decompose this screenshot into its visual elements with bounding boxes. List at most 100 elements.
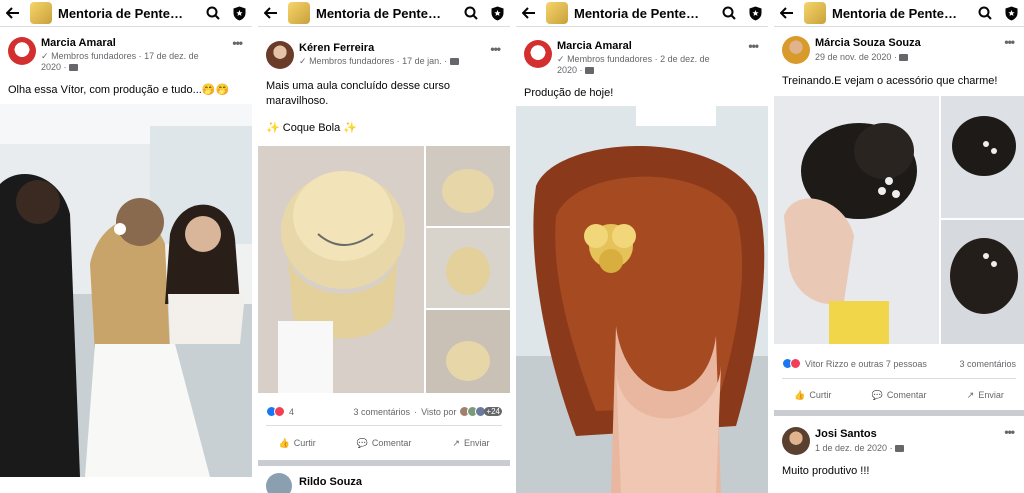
like-button[interactable]: 👍 Curtir	[278, 438, 315, 449]
next-post-date[interactable]: 1 de dez. de 2020	[815, 443, 887, 453]
search-icon[interactable]	[200, 0, 226, 27]
post-text: Produção de hoje!	[524, 87, 614, 99]
post-separator	[774, 410, 1024, 416]
next-post-author[interactable]: Josi Santos	[815, 428, 877, 440]
divider	[266, 425, 502, 426]
comment-button[interactable]: 💬 Comentar	[872, 390, 927, 401]
more-options-icon[interactable]: •••	[1004, 35, 1015, 49]
group-title[interactable]: Mentoria de Pente…	[58, 6, 200, 21]
post-header: Marcia Amaral ✓ Membros fundadores · 2 d…	[516, 37, 768, 77]
reaction-names[interactable]: Vitor Rizzo e outras 7 pessoas	[805, 359, 927, 369]
shield-icon[interactable]	[998, 0, 1024, 27]
seen-count-badge[interactable]: +24	[484, 407, 502, 416]
top-bar: Mentoria de Pente…	[774, 0, 1024, 27]
avatar[interactable]	[8, 37, 36, 65]
top-bar: Mentoria de Pente…	[0, 0, 252, 27]
group-avatar[interactable]	[804, 2, 826, 24]
shield-icon[interactable]	[226, 0, 252, 27]
group-privacy-icon	[899, 54, 909, 62]
reactions-bar[interactable]: 4 3 comentários · Visto por +24	[266, 406, 502, 417]
group-title[interactable]: Mentoria de Pente…	[574, 6, 716, 21]
post-text: Olha essa Vítor, com produção e tudo...🤭…	[8, 84, 230, 96]
share-button[interactable]: ↗ Enviar	[967, 390, 1004, 401]
next-post-text: Muito produtivo !!!	[782, 465, 870, 477]
post-panel-3: Mentoria de Pente… Marcia Amaral ✓ Membr…	[516, 0, 768, 493]
like-label: Curtir	[809, 390, 832, 400]
share-label: Enviar	[978, 390, 1004, 400]
shield-icon[interactable]	[742, 0, 768, 27]
post-text-2: ✨ Coque Bola ✨	[266, 122, 357, 134]
comment-button[interactable]: 💬 Comentar	[357, 438, 412, 449]
members-icon: ✓	[557, 54, 565, 64]
author-name[interactable]: Márcia Souza Souza	[815, 37, 921, 49]
post-date[interactable]: 29 de nov. de 2020	[815, 52, 891, 62]
post-text: Mais uma aula concluído desse curso mara…	[266, 80, 451, 107]
back-arrow-icon[interactable]	[0, 0, 26, 27]
avatar[interactable]	[266, 41, 294, 69]
post-separator	[258, 460, 510, 466]
comment-icon: 💬	[871, 389, 883, 400]
post-header: Kéren Ferreira ✓ Membros fundadores · 17…	[258, 38, 510, 78]
avatar[interactable]	[524, 40, 552, 68]
post-meta: 29 de nov. de 2020 ·	[815, 52, 909, 63]
author-name[interactable]: Marcia Amaral	[41, 37, 116, 49]
comment-count[interactable]: 3 comentários	[959, 359, 1016, 369]
members-icon: ✓	[41, 51, 49, 61]
more-options-icon[interactable]: •••	[748, 39, 759, 53]
like-button[interactable]: 👍 Curtir	[794, 390, 831, 401]
share-label: Enviar	[463, 438, 490, 448]
member-badge: Membros fundadores	[51, 51, 137, 61]
post-photo[interactable]	[0, 104, 252, 477]
thumbs-up-icon: 👍	[278, 437, 290, 448]
post-panel-4: Mentoria de Pente… Márcia Souza Souza 29…	[774, 0, 1024, 493]
group-avatar[interactable]	[546, 2, 568, 24]
next-post-avatar[interactable]	[266, 473, 292, 493]
more-options-icon[interactable]: •••	[490, 42, 501, 56]
like-label: Curtir	[293, 438, 316, 448]
group-privacy-icon	[895, 445, 905, 453]
group-title[interactable]: Mentoria de Pente…	[316, 6, 458, 21]
seen-by-label: Visto por	[421, 406, 457, 417]
top-bar: Mentoria de Pente…	[258, 0, 510, 27]
thumbs-up-icon: 👍	[794, 389, 806, 400]
members-icon: ✓	[299, 56, 307, 66]
author-name[interactable]: Marcia Amaral	[557, 40, 632, 52]
avatar[interactable]	[782, 36, 810, 64]
search-icon[interactable]	[716, 0, 742, 27]
author-name[interactable]: Kéren Ferreira	[299, 42, 374, 54]
post-header: Márcia Souza Souza 29 de nov. de 2020 · …	[774, 34, 1024, 74]
back-arrow-icon[interactable]	[258, 0, 284, 27]
post-photo-grid[interactable]	[258, 146, 510, 393]
group-title[interactable]: Mentoria de Pente…	[832, 6, 972, 21]
top-bar: Mentoria de Pente…	[516, 0, 768, 27]
group-privacy-icon	[585, 67, 595, 75]
action-bar: 👍 Curtir 💬 Comentar ↗ Enviar	[774, 382, 1024, 408]
search-icon[interactable]	[458, 0, 484, 27]
post-photo-grid[interactable]	[774, 96, 1024, 344]
post-text: Treinando.E vejam o acessório que charme…	[782, 75, 998, 87]
comment-count[interactable]: 3 comentários	[354, 407, 411, 417]
messenger-icon: ↗	[452, 437, 460, 448]
love-reaction-icon	[790, 358, 801, 369]
next-post-avatar[interactable]	[782, 427, 810, 455]
reactions-bar[interactable]: Vitor Rizzo e outras 7 pessoas 3 comentá…	[782, 358, 1016, 369]
back-arrow-icon[interactable]	[774, 0, 800, 27]
post-panel-2: Mentoria de Pente… Kéren Ferreira ✓ Memb…	[258, 0, 510, 493]
more-options-icon[interactable]: •••	[232, 36, 243, 50]
reaction-count[interactable]: 4	[289, 407, 294, 417]
group-avatar[interactable]	[288, 2, 310, 24]
back-arrow-icon[interactable]	[516, 0, 542, 27]
love-reaction-icon	[274, 406, 285, 417]
next-post-author[interactable]: Rildo Souza	[299, 476, 362, 488]
comment-label: Comentar	[371, 438, 412, 448]
search-icon[interactable]	[972, 0, 998, 27]
member-badge: Membros fundadores	[567, 54, 653, 64]
comment-label: Comentar	[886, 390, 927, 400]
share-button[interactable]: ↗ Enviar	[452, 438, 489, 449]
post-date[interactable]: 17 de jan.	[402, 56, 442, 66]
post-photo[interactable]	[516, 106, 768, 493]
more-options-icon[interactable]: •••	[1004, 425, 1015, 439]
group-avatar[interactable]	[30, 2, 52, 24]
shield-icon[interactable]	[484, 0, 510, 27]
messenger-icon: ↗	[966, 389, 975, 400]
